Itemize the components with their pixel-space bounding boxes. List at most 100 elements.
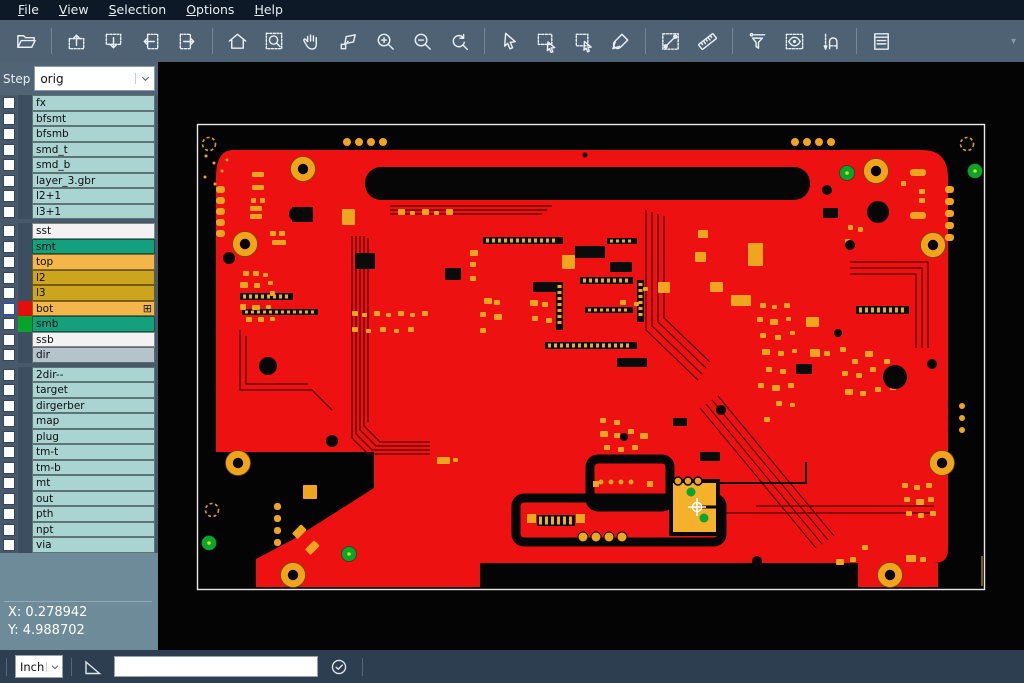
layer-row-smb[interactable]: smb xyxy=(0,316,158,332)
layer-visibility-checkbox[interactable] xyxy=(3,303,15,315)
layer-label: l2 xyxy=(32,270,155,286)
move-right-icon[interactable] xyxy=(176,29,200,53)
layer-row-l3[interactable]: l3 xyxy=(0,285,158,301)
menu-view[interactable]: View xyxy=(49,0,99,20)
filter-icon[interactable] xyxy=(746,29,770,53)
layer-row-smd_b[interactable]: smd_b xyxy=(0,157,158,173)
layer-visibility-checkbox[interactable] xyxy=(3,272,15,284)
step-select[interactable]: orig xyxy=(34,66,155,91)
pcb-canvas[interactable] xyxy=(158,62,1024,650)
zoom-window-icon[interactable] xyxy=(263,29,287,53)
layer-visibility-checkbox[interactable] xyxy=(3,128,15,140)
layer-visibility-checkbox[interactable] xyxy=(3,318,15,330)
menu-help[interactable]: Help xyxy=(244,0,293,20)
layer-label: via xyxy=(32,537,155,553)
layer-visibility-checkbox[interactable] xyxy=(3,493,15,505)
menu-file[interactable]: File xyxy=(8,0,49,20)
command-input[interactable] xyxy=(114,656,318,677)
step-value: orig xyxy=(35,72,135,86)
layer-row-via[interactable]: via xyxy=(0,537,158,553)
layer-visibility-checkbox[interactable] xyxy=(3,446,15,458)
toolbar-separator xyxy=(51,28,52,54)
layer-visibility-checkbox[interactable] xyxy=(3,144,15,156)
layer-visibility-checkbox[interactable] xyxy=(3,206,15,218)
layer-color-swatch xyxy=(18,475,32,491)
layer-row-dir[interactable]: dir xyxy=(0,347,158,363)
menu-options[interactable]: Options xyxy=(176,0,244,20)
layer-row-fx[interactable]: fx xyxy=(0,95,158,111)
layer-row-dirgerber[interactable]: dirgerber xyxy=(0,398,158,414)
layer-row-layer_3.gbr[interactable]: layer_3.gbr xyxy=(0,173,158,189)
select-cursor-icon[interactable] xyxy=(498,29,522,53)
move-up-icon[interactable] xyxy=(65,29,89,53)
move-left-icon[interactable] xyxy=(139,29,163,53)
layer-row-target[interactable]: target xyxy=(0,382,158,398)
zoom-out-icon[interactable] xyxy=(411,29,435,53)
home-view-icon[interactable] xyxy=(226,29,250,53)
layer-visibility-checkbox[interactable] xyxy=(3,175,15,187)
layer-visibility-checkbox[interactable] xyxy=(3,97,15,109)
layer-visibility-checkbox[interactable] xyxy=(3,539,15,551)
layer-visibility-checkbox[interactable] xyxy=(3,159,15,171)
layer-row-sst[interactable]: sst xyxy=(0,223,158,239)
layer-visibility-checkbox[interactable] xyxy=(3,190,15,202)
select-group-icon[interactable] xyxy=(572,29,596,53)
brush-icon[interactable] xyxy=(609,29,633,53)
layer-visibility-checkbox[interactable] xyxy=(3,415,15,427)
zoom-dynamic-icon[interactable] xyxy=(337,29,361,53)
select-rect-icon[interactable] xyxy=(535,29,559,53)
layer-visibility-checkbox[interactable] xyxy=(3,524,15,536)
layer-visibility-checkbox[interactable] xyxy=(3,431,15,443)
layer-row-bfsmt[interactable]: bfsmt xyxy=(0,111,158,127)
layer-visibility-checkbox[interactable] xyxy=(3,349,15,361)
pan-hand-icon[interactable] xyxy=(300,29,324,53)
layer-visibility-checkbox[interactable] xyxy=(3,287,15,299)
ruler-icon[interactable] xyxy=(696,29,720,53)
layer-row-tm-t[interactable]: tm-t xyxy=(0,444,158,460)
toolbar-overflow-icon[interactable]: ▾ xyxy=(1011,36,1016,47)
layer-visibility-checkbox[interactable] xyxy=(3,508,15,520)
layer-row-ssb[interactable]: ssb xyxy=(0,332,158,348)
layer-row-plug[interactable]: plug xyxy=(0,429,158,445)
layer-visibility-checkbox[interactable] xyxy=(3,369,15,381)
layer-row-npt[interactable]: npt xyxy=(0,522,158,538)
angle-measure-icon[interactable] xyxy=(82,656,104,678)
unit-select[interactable]: Inch xyxy=(15,655,63,678)
cursor-y-readout: Y: 4.988702 xyxy=(8,623,85,638)
refresh-check-icon[interactable] xyxy=(328,656,350,678)
layer-row-smd_t[interactable]: smd_t xyxy=(0,142,158,158)
move-down-icon[interactable] xyxy=(102,29,126,53)
layer-row-smt[interactable]: smt xyxy=(0,239,158,255)
layer-visibility-checkbox[interactable] xyxy=(3,400,15,412)
layer-row-mt[interactable]: mt xyxy=(0,475,158,491)
layer-row-map[interactable]: map xyxy=(0,413,158,429)
open-folder-icon[interactable] xyxy=(15,29,39,53)
layer-row-tm-b[interactable]: tm-b xyxy=(0,460,158,476)
zoom-in-icon[interactable] xyxy=(374,29,398,53)
layer-row-l2+1[interactable]: l2+1 xyxy=(0,188,158,204)
measure-line-icon[interactable] xyxy=(659,29,683,53)
layer-visibility-checkbox[interactable] xyxy=(3,113,15,125)
layer-row-top[interactable]: top xyxy=(0,254,158,270)
layer-row-2dir--[interactable]: 2dir-- xyxy=(0,367,158,383)
chevron-down-icon xyxy=(46,662,62,672)
layer-visibility-checkbox[interactable] xyxy=(3,334,15,346)
layer-visibility-checkbox[interactable] xyxy=(3,477,15,489)
layer-row-pth[interactable]: pth xyxy=(0,506,158,522)
layer-row-l2[interactable]: l2 xyxy=(0,270,158,286)
layer-visibility-checkbox[interactable] xyxy=(3,256,15,268)
zoom-previous-icon[interactable] xyxy=(448,29,472,53)
layer-label: bfsmb xyxy=(32,126,155,142)
layer-row-out[interactable]: out xyxy=(0,491,158,507)
layer-row-bfsmb[interactable]: bfsmb xyxy=(0,126,158,142)
layer-row-bot[interactable]: bot⊞ xyxy=(0,301,158,317)
layer-visibility-checkbox[interactable] xyxy=(3,384,15,396)
layer-visibility-checkbox[interactable] xyxy=(3,462,15,474)
view-box-icon[interactable] xyxy=(783,29,807,53)
report-icon[interactable] xyxy=(870,29,894,53)
menu-selection[interactable]: Selection xyxy=(99,0,177,20)
snap-icon[interactable] xyxy=(820,29,844,53)
layer-visibility-checkbox[interactable] xyxy=(3,225,15,237)
layer-row-l3+1[interactable]: l3+1 xyxy=(0,204,158,220)
layer-visibility-checkbox[interactable] xyxy=(3,241,15,253)
